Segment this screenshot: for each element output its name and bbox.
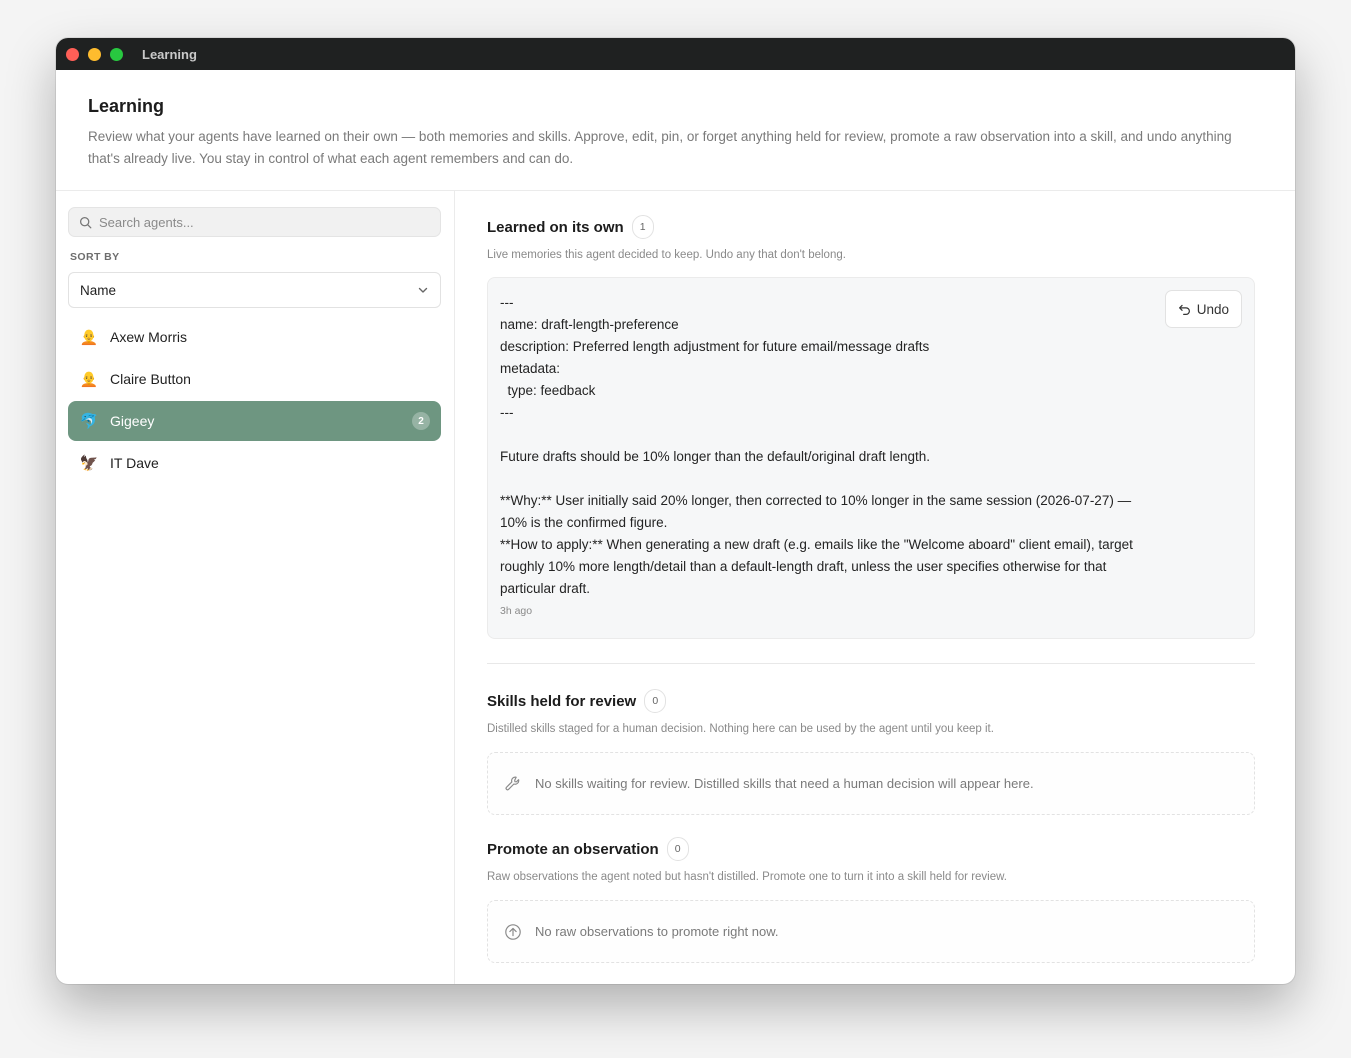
promote-empty-text: No raw observations to promote right now… bbox=[535, 924, 779, 939]
agent-count-badge: 2 bbox=[412, 412, 430, 430]
window-controls bbox=[66, 47, 123, 61]
dolphin-icon: 🐬 bbox=[79, 413, 99, 430]
maximize-window-button[interactable] bbox=[110, 47, 123, 61]
agent-name: IT Dave bbox=[110, 455, 159, 471]
undo-icon bbox=[1178, 304, 1190, 315]
page-description: Review what your agents have learned on … bbox=[88, 129, 1232, 166]
skills-subtitle: Distilled skills staged for a human deci… bbox=[487, 723, 994, 735]
search-icon bbox=[79, 216, 92, 228]
skills-title: Skills held for review bbox=[487, 692, 637, 710]
skills-count-badge: 0 bbox=[644, 689, 667, 713]
agent-item-claire-button[interactable]: 🧑‍🦲 Claire Button bbox=[68, 359, 441, 399]
wrench-icon bbox=[504, 775, 522, 793]
agent-name: Axew Morris bbox=[110, 329, 188, 345]
learned-section: Learned on its own 1 Live memories this … bbox=[487, 215, 1255, 639]
learned-title: Learned on its own bbox=[487, 218, 624, 236]
learning-main: Learned on its own 1 Live memories this … bbox=[455, 191, 1295, 984]
sort-by-label: SORT BY bbox=[70, 251, 120, 263]
agent-name: Claire Button bbox=[110, 371, 191, 387]
agent-item-axew-morris[interactable]: 🧑‍🦲 Axew Morris bbox=[68, 317, 441, 357]
content-area: SORT BY Name 🧑‍🦲 Axew Morris 🧑‍🦲 Claire … bbox=[56, 191, 1295, 984]
skills-section: Skills held for review 0 Distilled skill… bbox=[487, 689, 1255, 815]
arrow-up-circle-icon bbox=[504, 923, 522, 941]
skills-empty-text: No skills waiting for review. Distilled … bbox=[535, 776, 1034, 791]
undo-button[interactable]: Undo bbox=[1164, 290, 1242, 328]
agent-avatar-icon: 🧑‍🦲 bbox=[79, 329, 99, 346]
learned-count-badge: 1 bbox=[631, 215, 654, 239]
agent-item-gigeey[interactable]: 🐬 Gigeey 2 bbox=[68, 401, 441, 441]
promote-count-badge: 0 bbox=[666, 837, 689, 861]
page-header: Learning Review what your agents have le… bbox=[56, 70, 1295, 191]
window-title: Learning bbox=[142, 46, 197, 62]
close-window-button[interactable] bbox=[66, 47, 79, 61]
search-input[interactable] bbox=[99, 214, 399, 230]
sort-select[interactable]: Name bbox=[68, 272, 441, 308]
skills-empty-state: No skills waiting for review. Distilled … bbox=[487, 752, 1255, 815]
agent-avatar-icon: 🧑‍🦲 bbox=[79, 371, 99, 388]
page-title: Learning bbox=[88, 96, 165, 116]
app-window: Learning Learning Review what your agent… bbox=[56, 38, 1295, 984]
section-divider bbox=[487, 663, 1255, 664]
promote-title: Promote an observation bbox=[487, 840, 659, 858]
undo-label: Undo bbox=[1196, 301, 1229, 317]
agent-list: 🧑‍🦲 Axew Morris 🧑‍🦲 Claire Button 🐬 Gige… bbox=[68, 317, 441, 483]
memory-card: --- name: draft-length-preference descri… bbox=[487, 277, 1255, 639]
chevron-down-icon bbox=[418, 287, 428, 293]
sort-select-value: Name bbox=[80, 282, 117, 298]
minimize-window-button[interactable] bbox=[88, 47, 101, 61]
title-bar: Learning bbox=[56, 38, 1295, 70]
agent-search[interactable] bbox=[68, 207, 441, 237]
agent-sidebar: SORT BY Name 🧑‍🦲 Axew Morris 🧑‍🦲 Claire … bbox=[56, 191, 455, 984]
learned-subtitle: Live memories this agent decided to keep… bbox=[487, 249, 846, 261]
promote-subtitle: Raw observations the agent noted but has… bbox=[487, 871, 1007, 883]
promote-empty-state: No raw observations to promote right now… bbox=[487, 900, 1255, 963]
agent-name: Gigeey bbox=[110, 413, 155, 429]
agent-item-it-dave[interactable]: 🦅 IT Dave bbox=[68, 443, 441, 483]
promote-section: Promote an observation 0 Raw observation… bbox=[487, 837, 1255, 963]
eagle-icon: 🦅 bbox=[79, 455, 99, 472]
memory-timestamp: 3h ago bbox=[500, 605, 533, 617]
memory-content: --- name: draft-length-preference descri… bbox=[500, 295, 1133, 596]
